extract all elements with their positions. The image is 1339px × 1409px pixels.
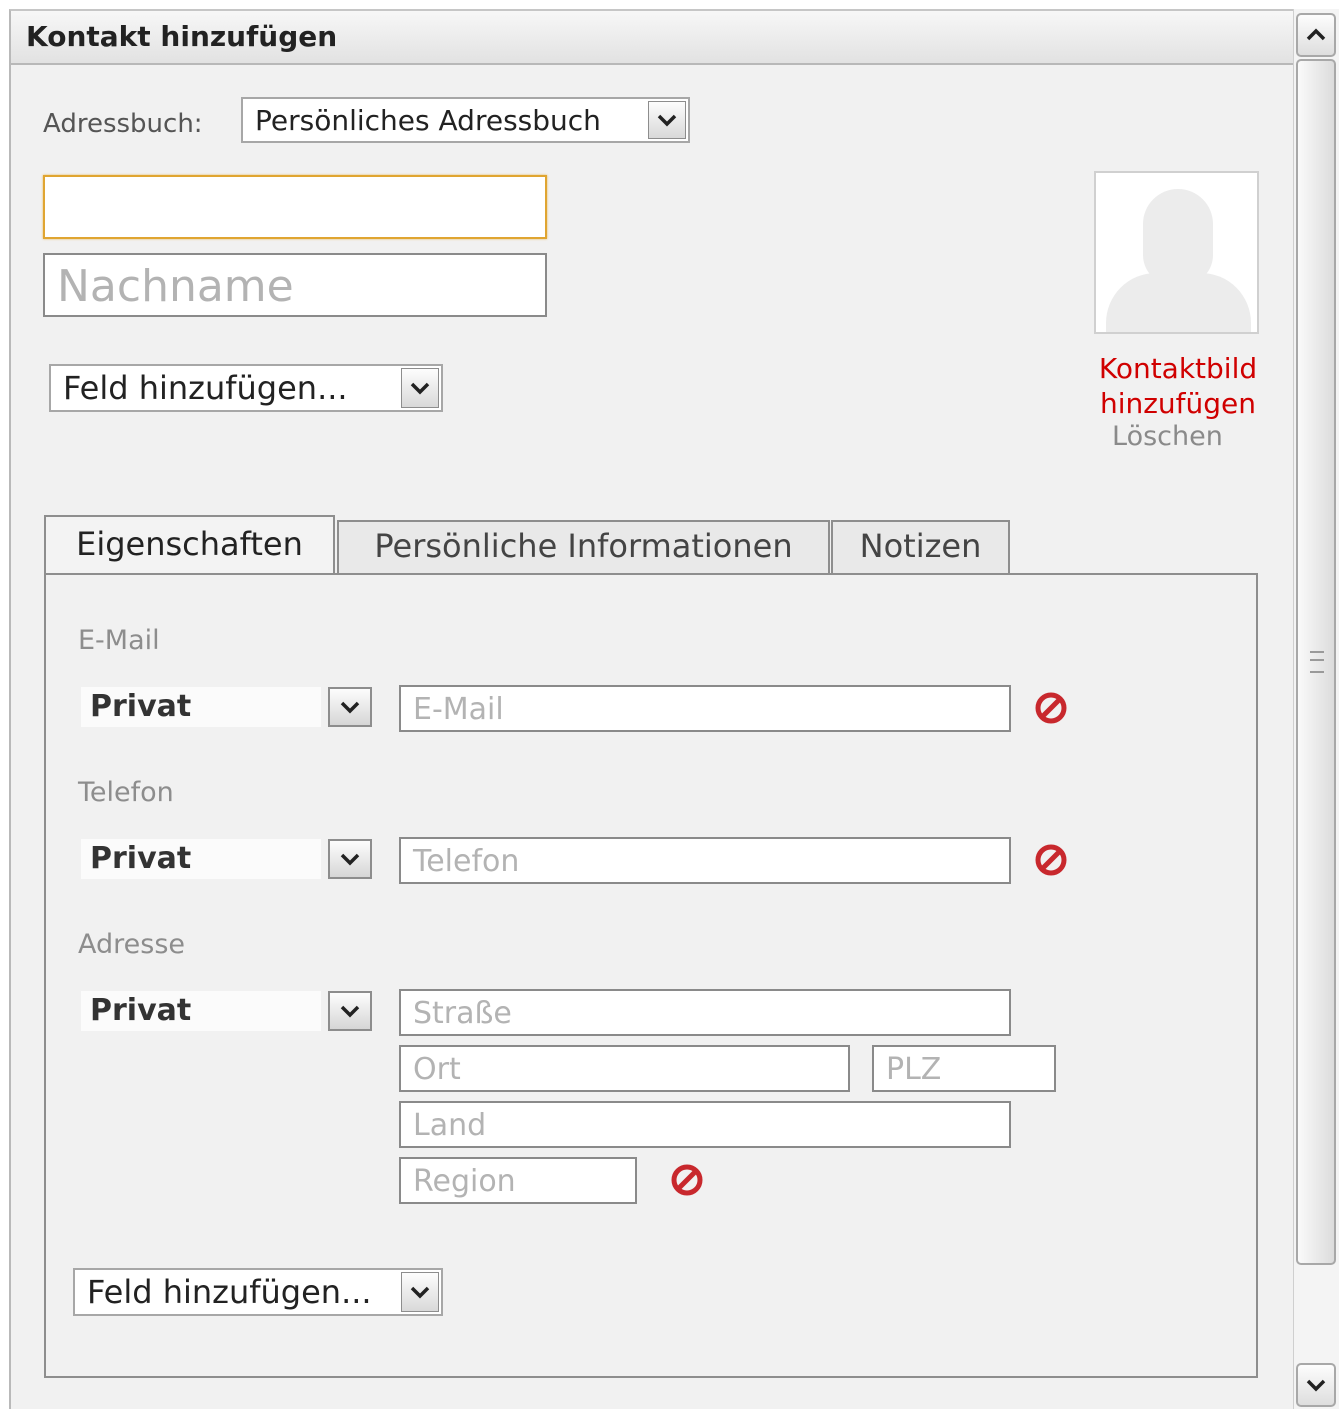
region-input[interactable]: Region — [399, 1157, 637, 1204]
delete-photo-link[interactable]: Löschen — [1112, 421, 1223, 452]
chevron-up-icon — [1306, 28, 1326, 41]
phone-placeholder: Telefon — [413, 844, 520, 879]
address-section-label: Adresse — [78, 929, 185, 960]
scrollbar-thumb[interactable] — [1296, 59, 1336, 1265]
phone-section-label: Telefon — [78, 777, 174, 808]
person-silhouette-body — [1106, 273, 1251, 332]
address-type-value: Privat — [90, 993, 192, 1028]
contact-photo[interactable] — [1094, 171, 1259, 334]
first-name-input[interactable] — [43, 175, 547, 239]
region-placeholder: Region — [413, 1164, 516, 1199]
tab-panel-properties: E-Mail Privat E-Mail Telefon Privat Tele… — [44, 573, 1258, 1378]
address-type-field[interactable]: Privat — [81, 991, 321, 1031]
tab-personal-info[interactable]: Persönliche Informationen — [337, 520, 830, 575]
dialog-title: Kontakt hinzufügen — [26, 20, 338, 53]
city-input[interactable]: Ort — [399, 1045, 850, 1092]
vertical-scrollbar[interactable] — [1293, 9, 1339, 1409]
delete-icon[interactable] — [1034, 691, 1068, 725]
email-section-label: E-Mail — [78, 625, 160, 656]
add-contact-dialog: Kontakt hinzufügen Adressbuch: Persönlic… — [9, 9, 1293, 1409]
delete-icon[interactable] — [1034, 843, 1068, 877]
grip-icon — [1310, 651, 1324, 673]
chevron-down-icon[interactable] — [328, 991, 372, 1031]
email-placeholder: E-Mail — [413, 692, 504, 727]
add-photo-label-line2: hinzufügen — [1099, 387, 1257, 420]
addressbook-select[interactable]: Persönliches Adressbuch — [241, 97, 690, 143]
chevron-down-icon[interactable] — [328, 687, 372, 727]
dialog-titlebar: Kontakt hinzufügen — [11, 11, 1293, 65]
email-type-value: Privat — [90, 689, 192, 724]
phone-type-value: Privat — [90, 841, 192, 876]
zip-input[interactable]: PLZ — [872, 1045, 1056, 1092]
country-placeholder: Land — [413, 1108, 487, 1143]
chevron-down-icon[interactable] — [401, 1272, 439, 1312]
tab-properties[interactable]: Eigenschaften — [44, 515, 335, 575]
add-field-select-bottom[interactable]: Feld hinzufügen... — [73, 1268, 443, 1316]
zip-placeholder: PLZ — [886, 1052, 942, 1087]
tab-properties-label: Eigenschaften — [76, 525, 303, 563]
street-placeholder: Straße — [413, 996, 512, 1031]
tab-personal-info-label: Persönliche Informationen — [374, 527, 793, 565]
add-field-top-selected: Feld hinzufügen... — [63, 369, 348, 407]
phone-input[interactable]: Telefon — [399, 837, 1011, 884]
email-input[interactable]: E-Mail — [399, 685, 1011, 732]
add-photo-label-line1: Kontaktbild — [1098, 352, 1258, 385]
chevron-down-icon — [1306, 1379, 1326, 1392]
country-input[interactable]: Land — [399, 1101, 1011, 1148]
chevron-down-icon[interactable] — [401, 368, 439, 408]
scroll-up-button[interactable] — [1296, 13, 1336, 57]
scroll-down-button[interactable] — [1296, 1363, 1336, 1407]
last-name-placeholder: Nachname — [57, 261, 294, 312]
delete-icon[interactable] — [670, 1163, 704, 1197]
chevron-down-icon[interactable] — [648, 101, 686, 139]
city-placeholder: Ort — [413, 1052, 461, 1087]
email-type-field[interactable]: Privat — [81, 687, 321, 727]
add-photo-link[interactable]: Kontaktbild hinzufügen — [1083, 351, 1273, 421]
addressbook-label: Adressbuch: — [43, 109, 203, 139]
chevron-down-icon[interactable] — [328, 839, 372, 879]
phone-type-field[interactable]: Privat — [81, 839, 321, 879]
person-silhouette-icon — [1143, 189, 1213, 285]
addressbook-selected: Persönliches Adressbuch — [255, 104, 601, 137]
tab-notes-label: Notizen — [859, 527, 982, 565]
add-field-bottom-selected: Feld hinzufügen... — [87, 1273, 372, 1311]
add-field-select-top[interactable]: Feld hinzufügen... — [49, 364, 443, 412]
last-name-input[interactable]: Nachname — [43, 253, 547, 317]
street-input[interactable]: Straße — [399, 989, 1011, 1036]
tab-notes[interactable]: Notizen — [831, 520, 1010, 575]
